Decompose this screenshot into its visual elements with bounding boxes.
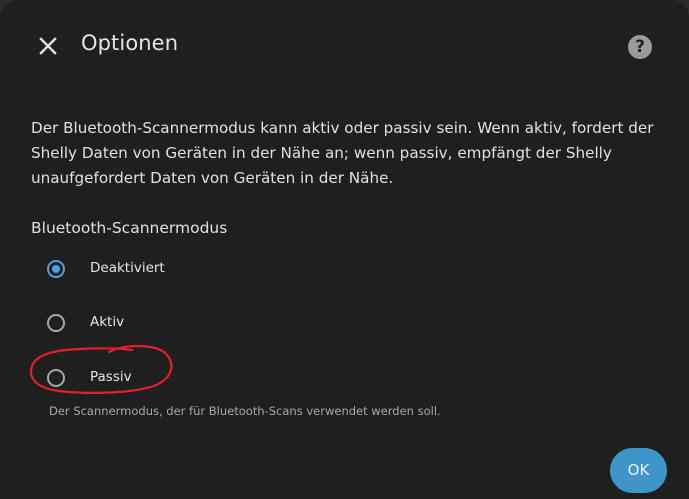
description-text: Der Bluetooth-Scannermodus kann aktiv od…	[31, 119, 654, 187]
radio-button-checked[interactable]	[47, 260, 65, 278]
ok-button[interactable]: OK	[610, 448, 667, 493]
options-dialog: Optionen ? Der Bluetooth-Scannermodus ka…	[0, 0, 689, 499]
radio-label: Aktiv	[90, 314, 125, 330]
radio-label: Deaktiviert	[90, 260, 165, 276]
radio-label: Passiv	[90, 369, 132, 385]
radio-option-deaktiviert[interactable]: Deaktiviert	[34, 251, 334, 291]
close-button[interactable]	[34, 32, 62, 60]
scanner-mode-helper-text: Der Scannermodus, der für Bluetooth-Scan…	[49, 404, 441, 418]
help-button[interactable]: ?	[628, 35, 652, 59]
radio-button[interactable]	[47, 314, 65, 332]
radio-option-aktiv[interactable]: Aktiv	[34, 305, 334, 345]
dialog-title: Optionen	[81, 31, 179, 55]
close-icon	[39, 37, 57, 55]
radio-option-passiv[interactable]: Passiv	[34, 360, 334, 400]
help-icon: ?	[635, 37, 645, 57]
dialog-header: Optionen ?	[0, 0, 689, 90]
scanner-mode-label: Bluetooth-Scannermodus	[31, 219, 228, 237]
radio-button[interactable]	[47, 369, 65, 387]
